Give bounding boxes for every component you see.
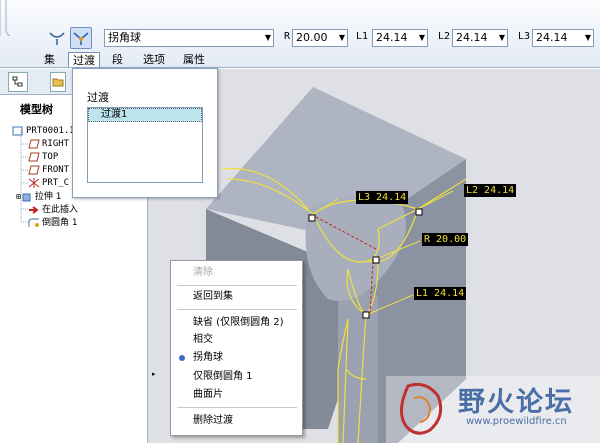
transition-type-value: 拐角球: [108, 31, 141, 44]
chevron-down-icon: ▼: [418, 33, 425, 42]
tab-properties[interactable]: 属性: [179, 52, 209, 67]
tree-item-label: 倒圆角 1: [42, 218, 78, 228]
menu-item-corner-sphere[interactable]: 拐角球: [171, 350, 302, 366]
l1-label: L1: [356, 31, 369, 42]
l2-label: L2: [438, 31, 451, 42]
tree-item-label: PRT0001.I: [26, 126, 75, 136]
menu-separator: [177, 285, 297, 286]
tab-transitions[interactable]: 过渡: [68, 52, 100, 67]
menu-item-default[interactable]: 缺省 (仅限倒圆角 2): [171, 315, 302, 331]
tree-connector-lines: [20, 130, 28, 223]
chevron-down-icon: ▼: [338, 33, 345, 42]
edge-set-icon: [49, 32, 65, 45]
tree-item-label: TOP: [42, 152, 59, 162]
folder-icon: [52, 78, 64, 87]
chevron-down-icon: ▼: [264, 33, 271, 42]
r-label: R: [284, 31, 291, 42]
dashboard-toolbar: 拐角球 ▼ R 20.00 ▼ L1 24.14 ▼ L2 24.14 ▼ L3…: [0, 0, 600, 68]
tree-item-csys[interactable]: PRT_C: [28, 177, 69, 190]
dimension-r[interactable]: R 20.00: [422, 233, 469, 246]
r-value-field[interactable]: 20.00 ▼: [292, 29, 348, 47]
transition-mode-button[interactable]: [70, 27, 92, 49]
chevron-down-icon: ▼: [584, 33, 591, 42]
menu-item-round-only-1[interactable]: 仅限倒圆角 1: [171, 369, 302, 385]
menu-item-patch[interactable]: 曲面片: [171, 387, 302, 403]
transitions-list[interactable]: 过渡1: [87, 107, 203, 183]
model-tree-title: 模型树: [20, 103, 53, 116]
tree-item-label: RIGHT: [42, 139, 70, 149]
transition-type-dropdown[interactable]: 拐角球 ▼: [104, 29, 274, 47]
model-tree-icon: [12, 76, 23, 87]
tree-item-front[interactable]: FRONT: [28, 164, 69, 177]
l1-value: 24.14: [376, 31, 408, 44]
chevron-down-icon: ▼: [498, 33, 505, 42]
tree-item-right[interactable]: RIGHT: [28, 138, 69, 151]
tree-item-label: 在此插入: [42, 205, 79, 215]
model-tree-tab[interactable]: [8, 72, 28, 92]
tree-item-insert-here[interactable]: 在此插入: [28, 204, 78, 217]
tree-item-top[interactable]: TOP: [28, 151, 58, 164]
transitions-panel: 过渡 过渡1: [72, 68, 218, 198]
menu-item-intersect[interactable]: 相交: [171, 332, 302, 348]
dimension-l2[interactable]: L2 24.14: [464, 184, 517, 197]
l3-value: 24.14: [536, 31, 568, 44]
dimension-l3[interactable]: L3 24.14: [356, 191, 409, 204]
l2-value: 24.14: [456, 31, 488, 44]
tree-item-label: FRONT: [42, 165, 70, 175]
tree-item-label: 拉伸 1: [34, 192, 62, 202]
corner-decoration-icon: [0, 0, 11, 36]
menu-item-back-to-sets[interactable]: 返回到集: [171, 289, 302, 305]
tree-item-round[interactable]: 倒圆角 1: [28, 217, 78, 230]
tab-options[interactable]: 选项: [139, 52, 169, 67]
menu-item-delete-transition[interactable]: 删除过渡: [171, 413, 302, 429]
r-value: 20.00: [296, 31, 328, 44]
menu-separator: [177, 407, 297, 408]
tree-item-label: PRT_C: [42, 178, 70, 188]
menu-separator: [177, 309, 297, 310]
splitter-handle[interactable]: ▸: [152, 370, 158, 378]
menu-item-corner-sphere-row[interactable]: 拐角球: [171, 350, 302, 366]
transitions-list-item[interactable]: 过渡1: [88, 108, 202, 122]
l3-label: L3: [518, 31, 531, 42]
tab-sets[interactable]: 集: [40, 52, 59, 67]
corner-transition-icon: [73, 32, 89, 45]
folder-browser-tab[interactable]: [50, 72, 66, 92]
transitions-panel-title: 过渡: [87, 91, 109, 104]
l2-value-field[interactable]: 24.14 ▼: [452, 29, 508, 47]
tab-pieces[interactable]: 段: [108, 52, 127, 67]
dimension-l1[interactable]: L1 24.14: [414, 287, 467, 300]
l1-value-field[interactable]: 24.14 ▼: [372, 29, 428, 47]
menu-item-clear: 清除: [193, 267, 213, 278]
watermark-url: www.proewildfire.cn: [466, 416, 567, 427]
edge-set-mode-button[interactable]: [46, 27, 68, 49]
l3-value-field[interactable]: 24.14 ▼: [532, 29, 594, 47]
context-menu: 清除 返回到集 缺省 (仅限倒圆角 2) 相交 拐角球 仅限倒圆角 1 曲面片 …: [170, 260, 303, 436]
watermark-text: 野火论坛: [458, 387, 574, 418]
